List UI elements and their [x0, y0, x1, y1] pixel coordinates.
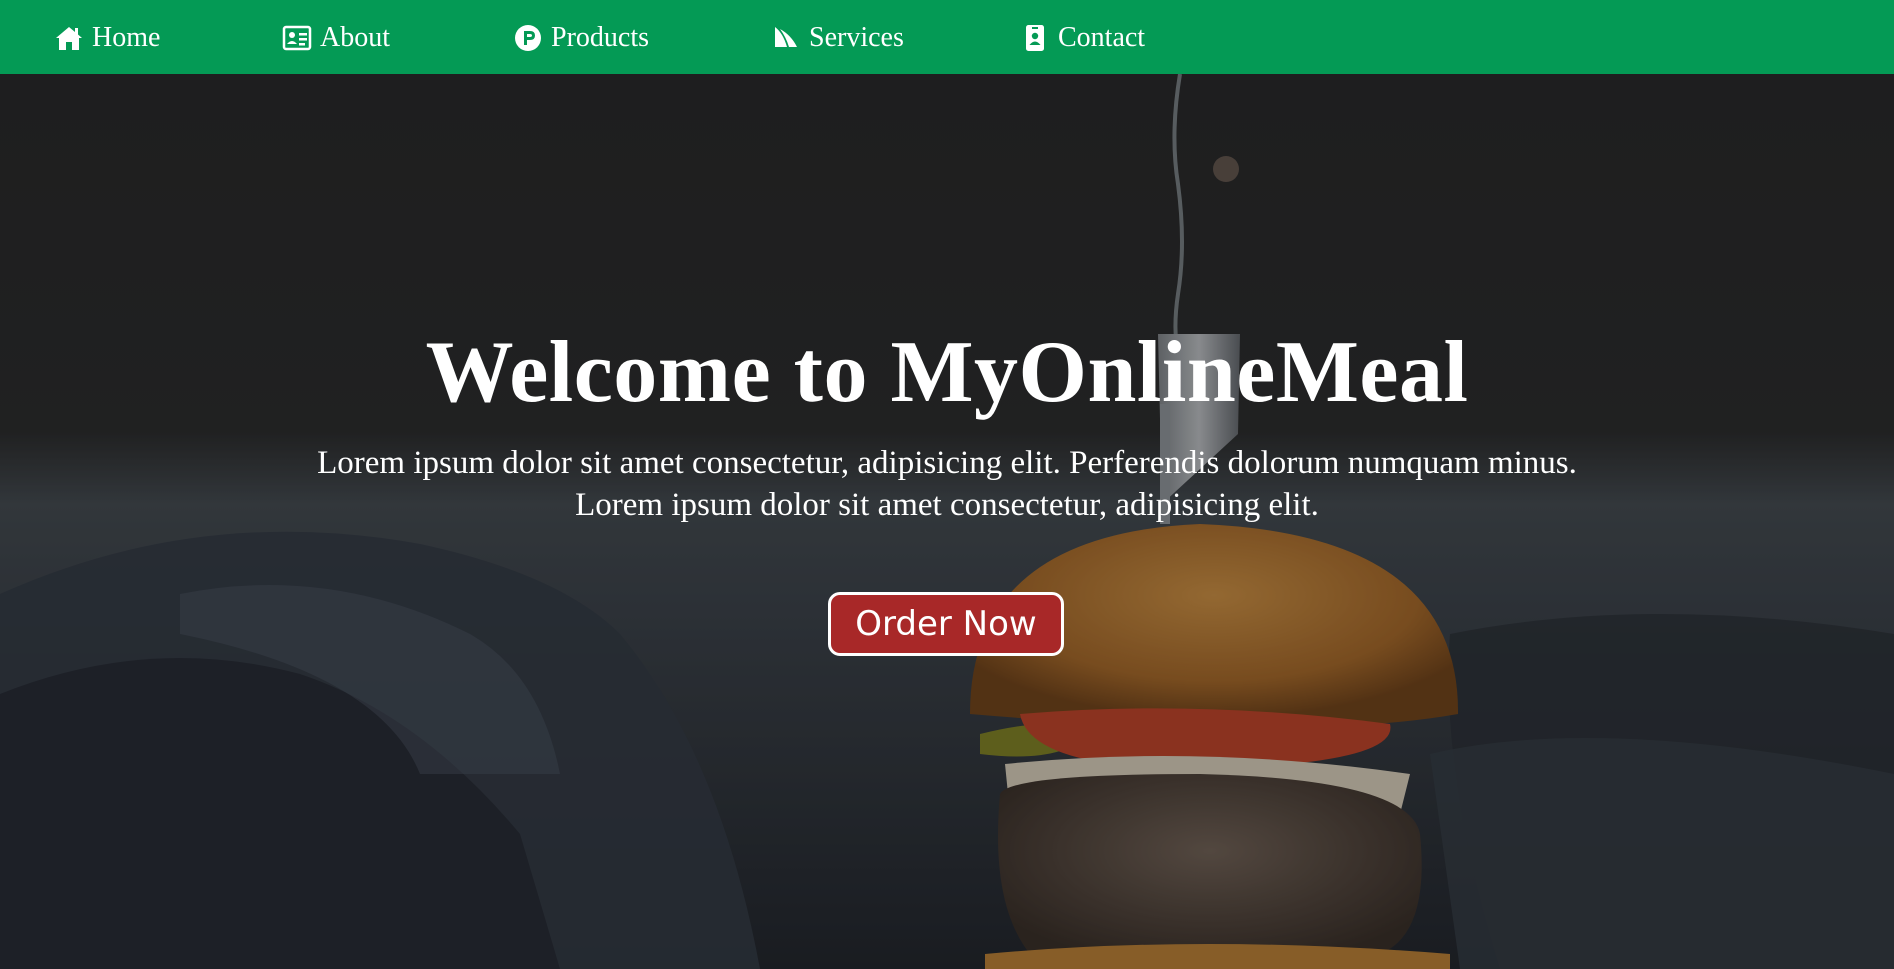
id-card-icon — [282, 25, 312, 51]
navbar: Home About Products Services Contact — [0, 0, 1894, 74]
hero-title: Welcome to MyOnlineMeal — [425, 324, 1469, 421]
hero-description: Lorem ipsum dolor sit amet consectetur, … — [300, 442, 1594, 526]
nav-about-link[interactable]: About — [282, 20, 390, 56]
nav-home-link[interactable]: Home — [54, 20, 160, 56]
nav-about-label: About — [320, 22, 390, 53]
hero-line-1: Lorem ipsum dolor sit amet consectetur, … — [317, 445, 1577, 481]
page: Home About Products Services Contact Wel… — [0, 0, 1894, 969]
nav-contact-link[interactable]: Contact — [1020, 20, 1145, 56]
p-circle-icon — [515, 25, 541, 51]
nav-products-link[interactable]: Products — [513, 20, 649, 56]
nav-services-link[interactable]: Services — [771, 20, 904, 56]
hero-section: Welcome to MyOnlineMeal Lorem ipsum dolo… — [0, 74, 1894, 969]
nav-services-label: Services — [809, 22, 904, 53]
nav-contact-label: Contact — [1058, 22, 1146, 53]
hero-line-2: Lorem ipsum dolor sit amet consectetur, … — [575, 487, 1319, 523]
order-now-button[interactable]: Order Now — [828, 592, 1064, 656]
home-icon — [56, 27, 82, 50]
nav-products-label: Products — [551, 22, 649, 53]
badge-icon — [1026, 25, 1044, 51]
sail-icon — [775, 27, 797, 47]
hero-content: Welcome to MyOnlineMeal Lorem ipsum dolo… — [0, 74, 1894, 969]
nav-home-label: Home — [92, 22, 161, 53]
